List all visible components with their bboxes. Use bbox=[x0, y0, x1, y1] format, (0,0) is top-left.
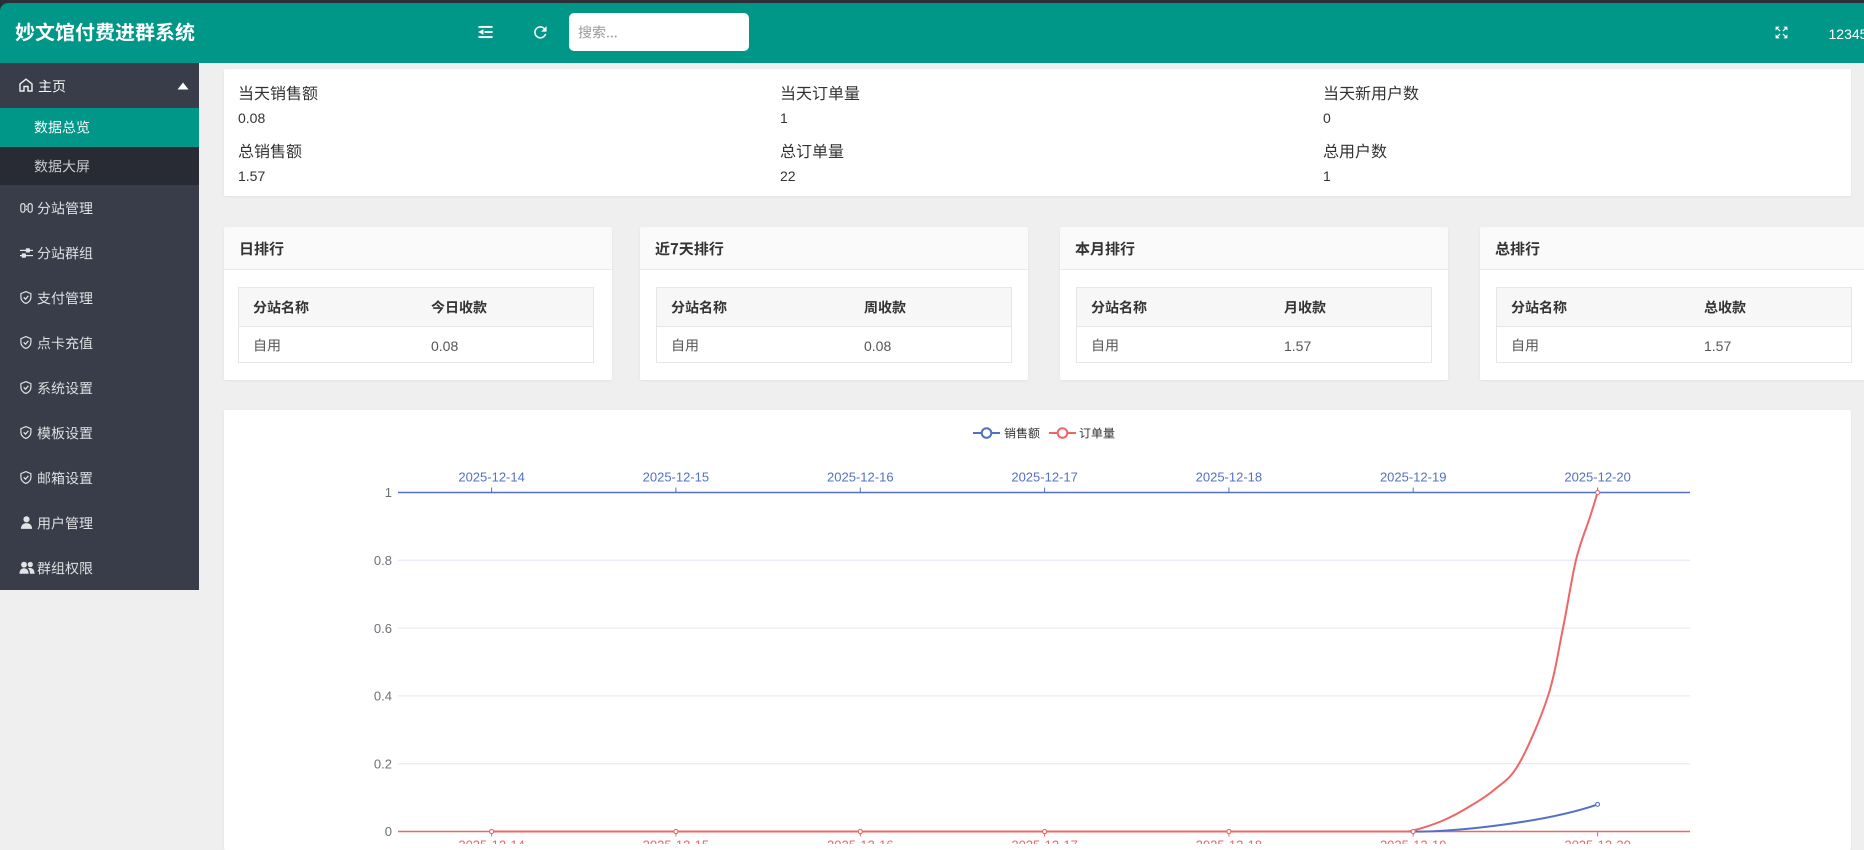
svg-text:2025-12-18: 2025-12-18 bbox=[1196, 838, 1263, 845]
svg-text:2025-12-20: 2025-12-20 bbox=[1564, 470, 1631, 485]
svg-text:0.2: 0.2 bbox=[374, 756, 392, 771]
svg-text:2025-12-16: 2025-12-16 bbox=[827, 838, 894, 845]
svg-text:2025-12-17: 2025-12-17 bbox=[1011, 470, 1078, 485]
svg-text:2025-12-16: 2025-12-16 bbox=[827, 470, 894, 485]
svg-text:2025-12-19: 2025-12-19 bbox=[1380, 470, 1447, 485]
svg-text:0.6: 0.6 bbox=[374, 621, 392, 636]
svg-text:2025-12-17: 2025-12-17 bbox=[1011, 838, 1078, 845]
svg-text:0.8: 0.8 bbox=[374, 553, 392, 568]
svg-text:2025-12-18: 2025-12-18 bbox=[1196, 470, 1263, 485]
svg-text:0.4: 0.4 bbox=[374, 689, 392, 704]
svg-text:2025-12-14: 2025-12-14 bbox=[458, 838, 525, 845]
svg-text:2025-12-15: 2025-12-15 bbox=[643, 838, 710, 845]
svg-text:2025-12-14: 2025-12-14 bbox=[458, 470, 525, 485]
svg-text:2025-12-19: 2025-12-19 bbox=[1380, 838, 1447, 845]
svg-text:2025-12-15: 2025-12-15 bbox=[643, 470, 710, 485]
svg-text:2025-12-20: 2025-12-20 bbox=[1564, 838, 1631, 845]
svg-text:0: 0 bbox=[385, 824, 392, 839]
svg-text:1: 1 bbox=[385, 485, 392, 500]
